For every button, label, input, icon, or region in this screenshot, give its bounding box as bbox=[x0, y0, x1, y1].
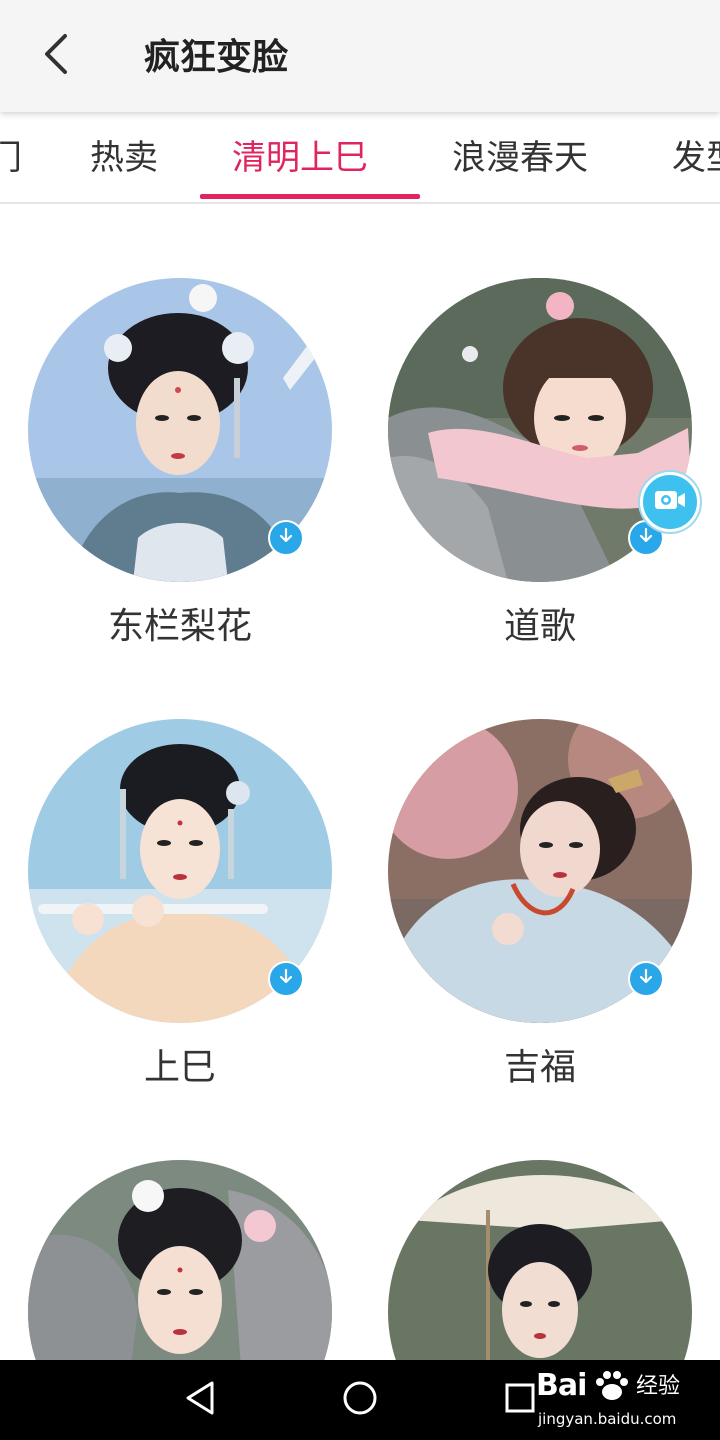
template-card[interactable]: 吉福 bbox=[388, 719, 692, 1088]
category-tabs: 门 热卖 清明上巳 浪漫春天 发型 bbox=[0, 112, 720, 204]
watermark-brand: Bai bbox=[536, 1368, 587, 1403]
template-card[interactable]: 道歌 bbox=[388, 278, 700, 647]
download-icon bbox=[637, 968, 655, 990]
back-arrow-icon bbox=[41, 32, 71, 80]
tab-romantic-spring[interactable]: 浪漫春天 bbox=[452, 132, 588, 184]
download-icon bbox=[277, 527, 295, 549]
back-triangle-icon bbox=[184, 1380, 216, 1420]
template-name: 东栏梨花 bbox=[107, 606, 252, 647]
nav-back-button[interactable] bbox=[174, 1374, 226, 1426]
nav-home-button[interactable] bbox=[334, 1374, 386, 1426]
watermark-suffix: 经验 bbox=[636, 1374, 681, 1399]
download-badge[interactable] bbox=[628, 961, 664, 997]
app-header: 疯狂变脸 bbox=[0, 0, 720, 112]
download-badge[interactable] bbox=[268, 520, 304, 556]
app-screen: 疯狂变脸 门 热卖 清明上巳 浪漫春天 发型 bbox=[0, 0, 720, 1440]
video-camera-icon bbox=[653, 487, 687, 517]
baidu-jingyan-watermark: Bai 经验 jingyan.baidu.com bbox=[536, 1364, 706, 1436]
video-template-badge bbox=[640, 472, 700, 532]
watermark-url: jingyan.baidu.com bbox=[538, 1410, 677, 1428]
download-badge[interactable] bbox=[268, 961, 304, 997]
home-circle-icon bbox=[342, 1380, 378, 1420]
paw-icon bbox=[592, 1368, 632, 1408]
template-card[interactable]: 上巳 bbox=[28, 719, 332, 1088]
template-name: 上巳 bbox=[143, 1047, 216, 1088]
template-name: 道歌 bbox=[503, 606, 576, 647]
tab-hairstyle[interactable]: 发型 bbox=[672, 132, 720, 184]
download-icon bbox=[637, 527, 655, 549]
system-navigation-bar: Bai 经验 jingyan.baidu.com bbox=[0, 1360, 720, 1440]
active-tab-indicator bbox=[200, 194, 420, 199]
back-button[interactable] bbox=[28, 26, 84, 86]
template-name: 吉福 bbox=[503, 1047, 576, 1088]
tab-hot-sale[interactable]: 热卖 bbox=[90, 132, 158, 184]
template-card[interactable]: 东栏梨花 bbox=[28, 278, 332, 647]
recents-square-icon bbox=[504, 1382, 536, 1418]
tab-qingming-shangsi[interactable]: 清明上巳 bbox=[232, 132, 368, 184]
tab-hot-partial[interactable]: 门 bbox=[0, 132, 22, 184]
page-title: 疯狂变脸 bbox=[144, 37, 289, 78]
download-icon bbox=[277, 968, 295, 990]
